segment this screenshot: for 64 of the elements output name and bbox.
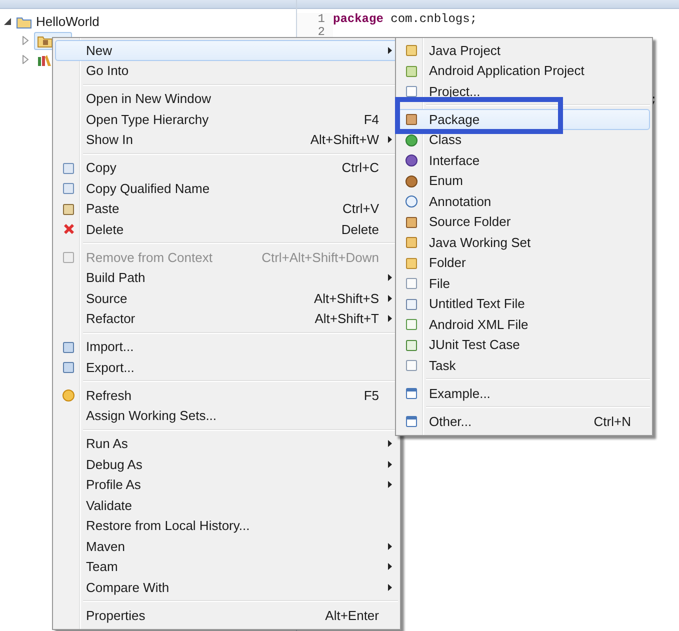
menu-item[interactable]: Paste Ctrl+V [55,198,398,219]
menu-item[interactable]: Compare With [55,577,398,598]
menu-item[interactable]: File [398,273,650,294]
menu-item[interactable]: Validate [55,495,398,516]
menu-item[interactable]: Source Folder [398,212,650,232]
menu-item[interactable]: Java Project [398,40,650,60]
menu-item[interactable]: Copy Ctrl+C [55,158,398,178]
submenu-arrow-icon [388,294,392,302]
submenu-arrow-icon [388,563,392,570]
submenu-arrow-icon [388,136,392,144]
menu-item[interactable]: Folder [398,252,650,273]
menu-item[interactable]: Task [398,355,650,376]
collapsed-arrow-icon[interactable] [22,36,30,45]
menu-item[interactable]: Untitled Text File [398,294,650,314]
menu-item[interactable]: Source Alt+Shift+S [55,288,398,308]
menu-item[interactable]: Go Into [55,60,398,81]
menu-item[interactable]: Run As [55,434,398,454]
project-folder-icon [16,14,32,28]
menu-item[interactable]: Debug As [55,454,398,474]
code-line: package com.cnblogs; [333,13,478,26]
menu-item[interactable]: Interface [398,150,650,170]
collapsed-arrow-icon[interactable] [22,55,30,64]
menu-item[interactable]: Build Path [55,268,398,288]
menu-item[interactable]: Refactor Alt+Shift+T [55,308,398,329]
menu-item[interactable]: Android Application Project [398,60,650,81]
menu-item[interactable]: Other... Ctrl+N [398,411,650,432]
submenu-arrow-icon [388,460,392,468]
menu-item[interactable]: Class [398,130,650,150]
menu-item[interactable]: Restore from Local History... [55,516,398,536]
menu-item[interactable]: Example... [398,383,650,404]
menu-item[interactable]: Package [398,109,650,130]
menu-item[interactable]: Maven [55,536,398,556]
line-number: 1 [297,13,333,26]
submenu-arrow-icon [388,542,392,550]
expanded-arrow-icon[interactable] [4,17,12,26]
menu-item[interactable]: Android XML File [398,314,650,334]
menu-item[interactable]: Enum [398,170,650,191]
menu-item[interactable]: New [55,40,398,60]
tree-item-label[interactable]: HelloWorld [36,14,100,29]
menu-item[interactable]: Profile As [55,474,398,495]
menu-item[interactable]: Properties Alt+Enter [55,605,398,626]
menu-item[interactable]: Open in New Window [55,88,398,109]
menu-item[interactable]: Delete Delete [55,219,398,240]
menu-item[interactable]: Refresh F5 [55,385,398,406]
submenu-arrow-icon [388,440,392,448]
library-icon [37,52,53,66]
menu-item[interactable]: JUnit Test Case [398,334,650,355]
menu-item[interactable]: Show In Alt+Shift+W [55,130,398,150]
menu-item[interactable]: Import... [55,336,398,357]
menu-item[interactable]: Assign Working Sets... [55,406,398,426]
menu-item[interactable]: Project... [398,81,650,102]
menu-item[interactable]: Team [55,556,398,577]
menu-item[interactable]: Java Working Set [398,232,650,252]
submenu-arrow-icon [388,46,392,54]
delete-icon [63,223,75,236]
menu-item[interactable]: Copy Qualified Name [55,178,398,198]
menu-item[interactable]: Open Type Hierarchy F4 [55,109,398,130]
submenu-arrow-icon [388,274,392,282]
menu-item[interactable]: Annotation [398,191,650,212]
submenu-arrow-icon [388,584,392,591]
menu-item[interactable]: Export... [55,357,398,378]
submenu-arrow-icon [388,315,392,322]
package-folder-icon [37,34,53,48]
submenu-arrow-icon [388,481,392,488]
